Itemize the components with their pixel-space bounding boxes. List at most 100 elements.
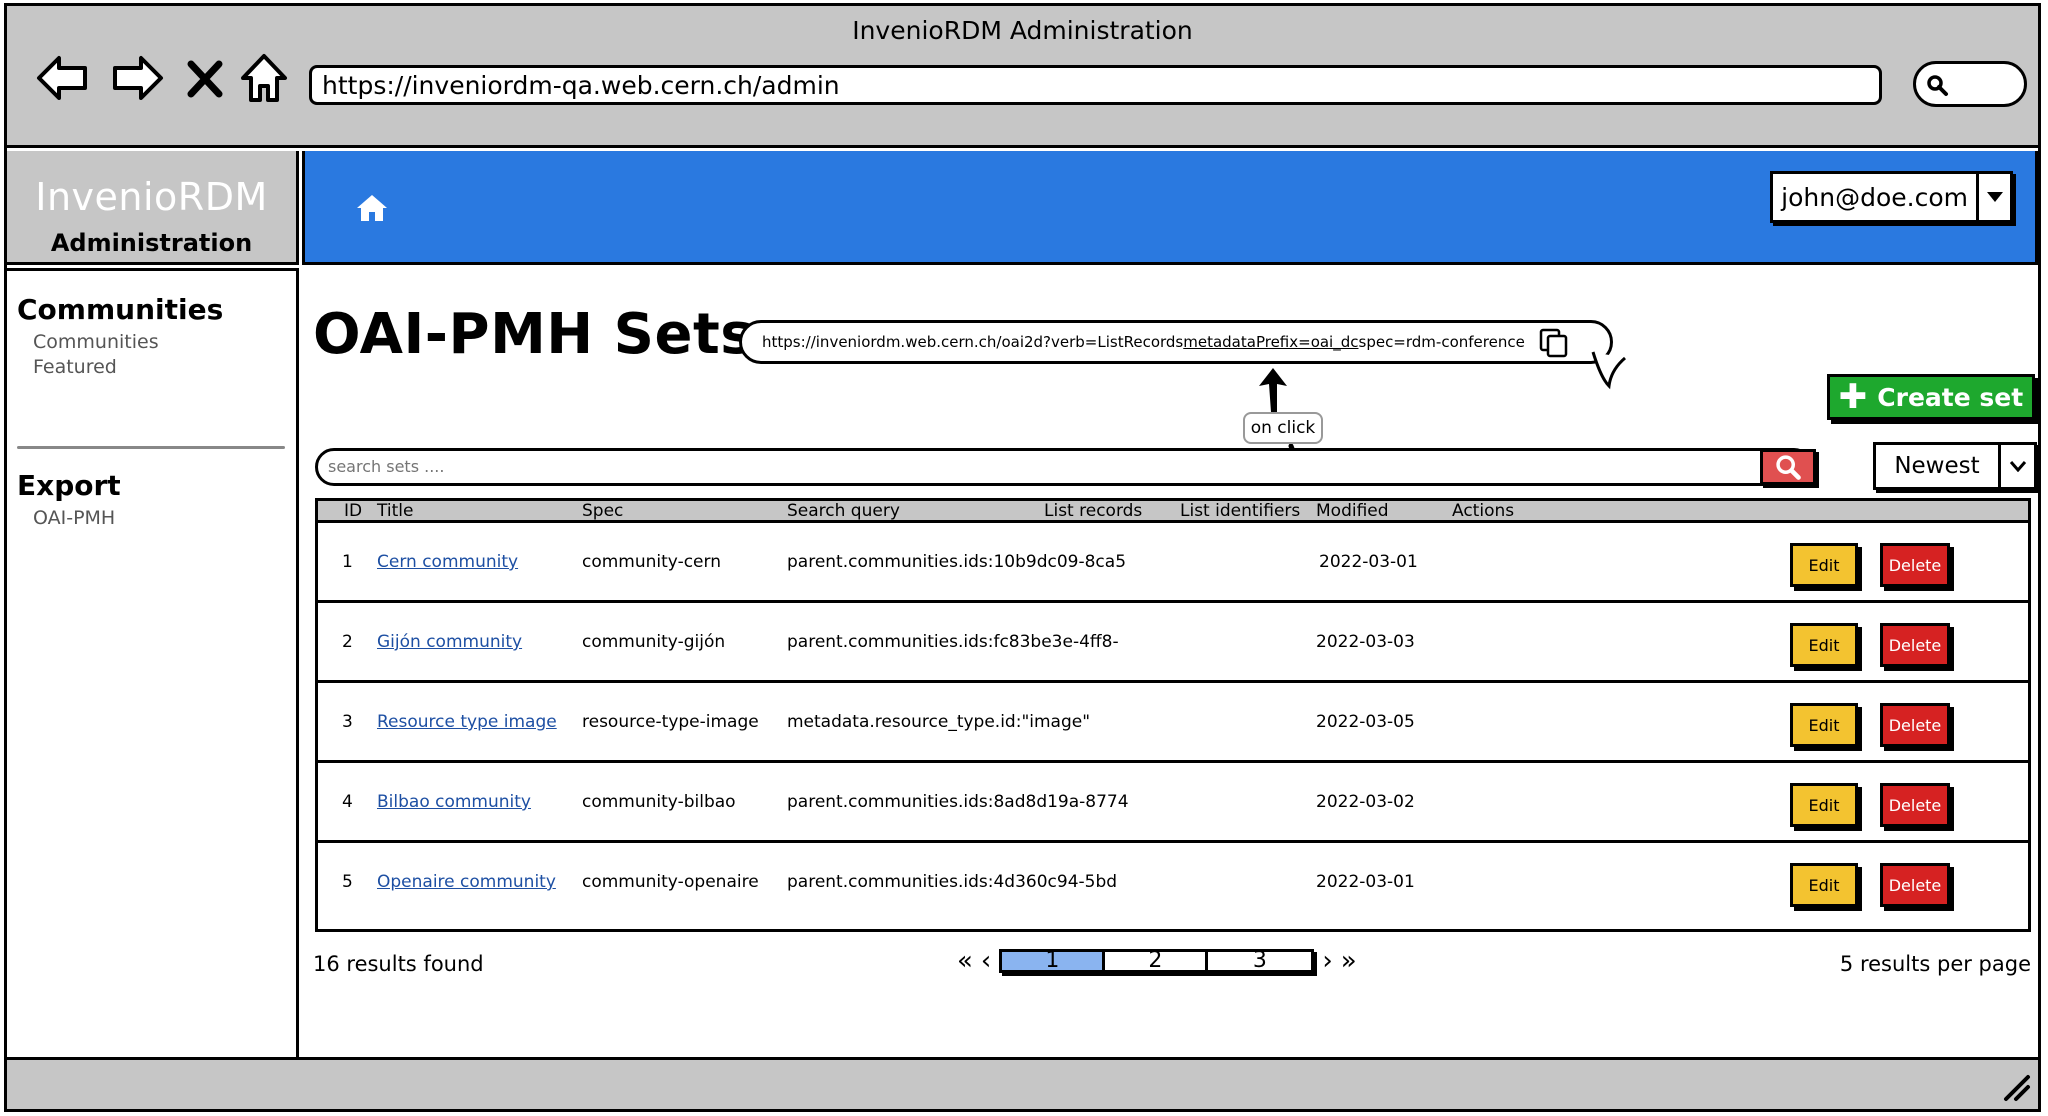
sidebar: Communities Communities Featured Export … (7, 268, 299, 1065)
table-header: ID Title Spec Search query List records … (318, 501, 2028, 523)
column-header-list-identifiers: List identifiers (1180, 501, 1301, 521)
set-title-link[interactable]: Openaire community (377, 872, 556, 892)
delete-button[interactable]: Delete (1880, 783, 1950, 827)
cell-spec: resource-type-image (582, 712, 759, 732)
cell-id: 2 (342, 632, 353, 652)
edit-button[interactable]: Edit (1790, 703, 1858, 747)
cell-modified: 2022-03-05 (1316, 712, 1415, 732)
set-title-link[interactable]: Resource type image (377, 712, 557, 732)
search-button[interactable] (1760, 449, 1816, 485)
resize-grip-icon[interactable] (2000, 1071, 2032, 1103)
user-menu[interactable]: john@doe.com (1770, 171, 2013, 223)
cell-search-query: parent.communities.ids:8ad8d19a-8774 (787, 792, 1129, 812)
results-count: 16 results found (313, 952, 484, 976)
sidebar-item-communities[interactable]: Communities (33, 330, 296, 355)
first-page-button[interactable]: « (957, 946, 973, 976)
edit-button[interactable]: Edit (1790, 863, 1858, 907)
status-bar (7, 1057, 2038, 1109)
delete-button[interactable]: Delete (1880, 863, 1950, 907)
sets-table: ID Title Spec Search query List records … (315, 498, 2031, 932)
delete-button[interactable]: Delete (1880, 543, 1950, 587)
table-row: 5 Openaire community community-openaire … (318, 843, 2028, 923)
cell-id: 1 (342, 552, 353, 572)
oai-url-suffix: spec=rdm-conference (1358, 333, 1525, 351)
set-title-link[interactable]: Gijón community (377, 632, 522, 652)
browser-chrome: InvenioRDM Administration https://inveni… (7, 6, 2038, 148)
forward-icon[interactable] (107, 48, 167, 108)
sort-dropdown[interactable]: Newest (1873, 442, 2037, 490)
create-set-label: Create set (1877, 382, 2024, 412)
column-header-spec: Spec (582, 501, 624, 521)
main-content: OAI-PMH Sets https://inveniordm.web.cern… (307, 276, 2037, 1056)
prev-page-button[interactable]: ‹ (981, 946, 991, 976)
table-row: 3 Resource type image resource-type-imag… (318, 683, 2028, 763)
cell-search-query: parent.communities.ids:10b9dc09-8ca5 (787, 552, 1127, 572)
brand-subtitle: Administration (50, 229, 253, 257)
annotation-arrow (1259, 368, 1287, 412)
edit-button[interactable]: Edit (1790, 623, 1858, 667)
next-page-button[interactable]: › (1322, 946, 1332, 976)
oai-url-prefix: https://inveniordm.web.cern.ch/oai2d?ver… (762, 333, 1184, 351)
cell-id: 4 (342, 792, 353, 812)
close-icon[interactable] (183, 48, 227, 108)
bubble-tail (1591, 351, 1626, 390)
table-row: 4 Bilbao community community-bilbao pare… (318, 763, 2028, 843)
column-header-actions: Actions (1452, 501, 1515, 521)
window-title: InvenioRDM Administration (852, 16, 1193, 45)
sidebar-item-featured[interactable]: Featured (33, 355, 296, 380)
delete-button[interactable]: Delete (1880, 703, 1950, 747)
brand-block: InvenioRDM Administration (7, 151, 299, 265)
page-list: 1 2 3 (999, 949, 1315, 973)
plus-icon: ✚ (1838, 377, 1868, 417)
url-bar[interactable]: https://inveniordm-qa.web.cern.ch/admin (309, 65, 1882, 105)
page-button-1[interactable]: 1 (1002, 950, 1106, 972)
browser-window: InvenioRDM Administration https://inveni… (4, 3, 2041, 1112)
sidebar-item-oai-pmh[interactable]: OAI-PMH (33, 506, 296, 531)
search-icon (1927, 75, 1948, 96)
set-title-link[interactable]: Cern community (377, 552, 518, 572)
page-title: OAI-PMH Sets (313, 302, 755, 367)
table-row: 2 Gijón community community-gijón parent… (318, 603, 2028, 683)
browser-search[interactable] (1913, 61, 2027, 107)
column-header-title: Title (377, 501, 414, 521)
sort-label: Newest (1894, 453, 1980, 479)
cell-modified: 2022-03-01 (1319, 552, 1418, 572)
cell-spec: community-cern (582, 552, 721, 572)
column-header-id: ID (344, 501, 363, 521)
cell-spec: community-openaire (582, 872, 759, 892)
cell-modified: 2022-03-02 (1316, 792, 1415, 812)
home-icon[interactable] (239, 48, 289, 108)
oai-url-bubble[interactable]: https://inveniordm.web.cern.ch/oai2d?ver… (739, 320, 1613, 364)
cell-search-query: metadata.resource_type.id:"image" (787, 712, 1091, 732)
home-icon[interactable] (355, 193, 389, 223)
cell-search-query: parent.communities.ids:fc83be3e-4ff8- (787, 632, 1119, 652)
page-button-2[interactable]: 2 (1105, 950, 1209, 972)
cell-modified: 2022-03-03 (1316, 632, 1415, 652)
last-page-button[interactable]: » (1341, 946, 1357, 976)
column-header-modified: Modified (1316, 501, 1389, 521)
pagination: « ‹ 1 2 3 › » (957, 946, 1357, 976)
page-button-3[interactable]: 3 (1208, 950, 1312, 972)
cell-id: 5 (342, 872, 353, 892)
user-email: john@doe.com (1781, 183, 1968, 212)
edit-button[interactable]: Edit (1790, 543, 1858, 587)
results-per-page[interactable]: 5 results per page (1840, 952, 2031, 976)
table-row: 1 Cern community community-cern parent.c… (318, 523, 2028, 603)
column-header-list-records: List records (1044, 501, 1143, 521)
sidebar-divider (17, 446, 285, 449)
search-input[interactable] (328, 457, 1628, 476)
set-title-link[interactable]: Bilbao community (377, 792, 531, 812)
top-navbar: john@doe.com (302, 151, 2038, 265)
chevron-down-icon[interactable] (1976, 174, 2010, 220)
oai-url-metadata-prefix: metadataPrefix=oai_dc (1183, 333, 1359, 351)
cell-id: 3 (342, 712, 353, 732)
edit-button[interactable]: Edit (1790, 783, 1858, 827)
back-icon[interactable] (33, 48, 93, 108)
create-set-button[interactable]: ✚ Create set (1827, 374, 2035, 420)
chevron-down-icon[interactable] (1998, 445, 2034, 487)
brand-title: InvenioRDM (35, 175, 268, 219)
copy-icon[interactable] (1538, 327, 1570, 359)
annotation-label: on click (1243, 412, 1323, 444)
delete-button[interactable]: Delete (1880, 623, 1950, 667)
search-icon (1776, 455, 1801, 480)
